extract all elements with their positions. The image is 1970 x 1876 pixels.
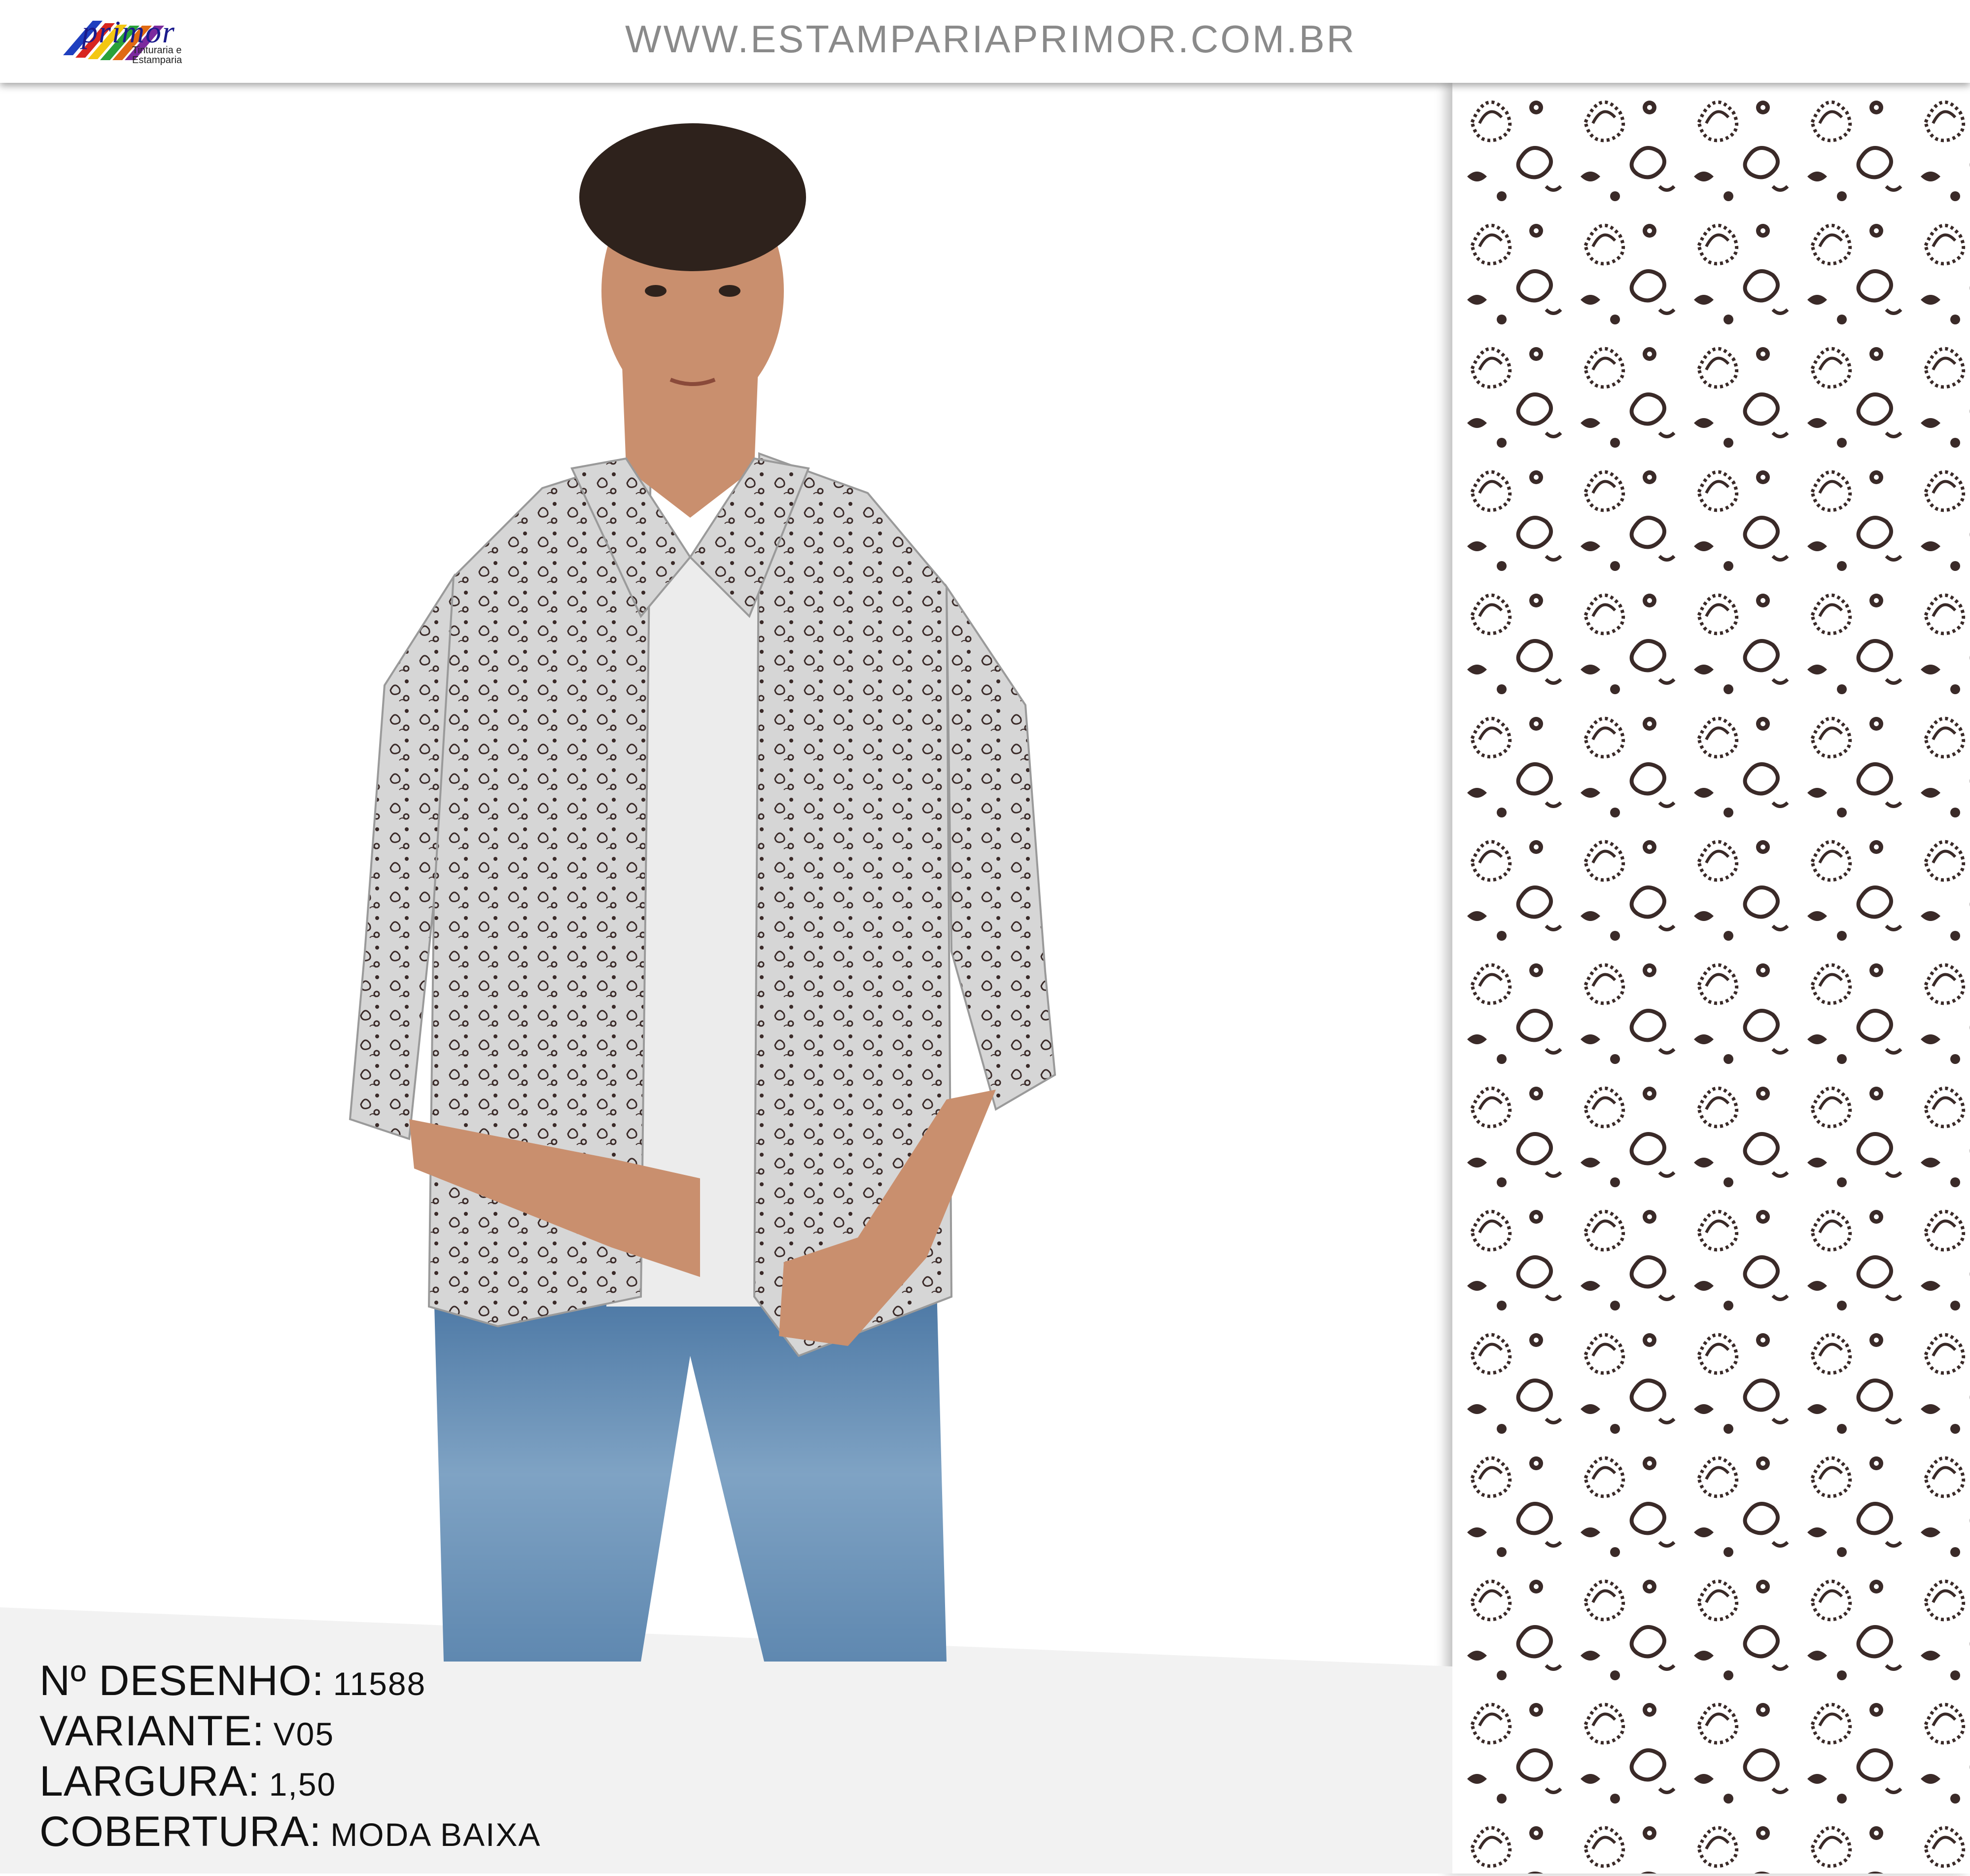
spec-label: COBERTURA: xyxy=(39,1808,322,1855)
logo-tagline: Tinturaria e Estamparia xyxy=(132,45,182,66)
spec-value: MODA BAIXA xyxy=(330,1816,541,1853)
spec-label: VARIANTE: xyxy=(39,1707,265,1755)
spec-variant: VARIANTE: V05 xyxy=(39,1707,541,1757)
spec-width: LARGURA: 1,50 xyxy=(39,1757,541,1807)
paisley-pattern-icon xyxy=(1452,83,1970,1874)
spec-value: 1,50 xyxy=(269,1766,337,1803)
header-bar: primor Tinturaria e Estamparia WWW.ESTAM… xyxy=(0,0,1970,83)
brand-logo[interactable]: primor Tinturaria e Estamparia xyxy=(58,11,186,70)
spec-value: V05 xyxy=(273,1716,335,1752)
spec-value: 11588 xyxy=(333,1665,426,1702)
spec-label: LARGURA: xyxy=(39,1758,260,1805)
spec-design-number: Nº DESENHO: 11588 xyxy=(39,1657,541,1707)
spec-coverage: COBERTURA: MODA BAIXA xyxy=(39,1807,541,1858)
spec-label: Nº DESENHO: xyxy=(39,1657,324,1704)
product-specs: Nº DESENHO: 11588 VARIANTE: V05 LARGURA: 1,… xyxy=(39,1657,541,1858)
pattern-swatch xyxy=(1452,83,1970,1874)
site-url-link[interactable]: WWW.ESTAMPARIAPRIMOR.COM.BR xyxy=(625,17,1356,62)
model-photo xyxy=(349,123,1056,1662)
